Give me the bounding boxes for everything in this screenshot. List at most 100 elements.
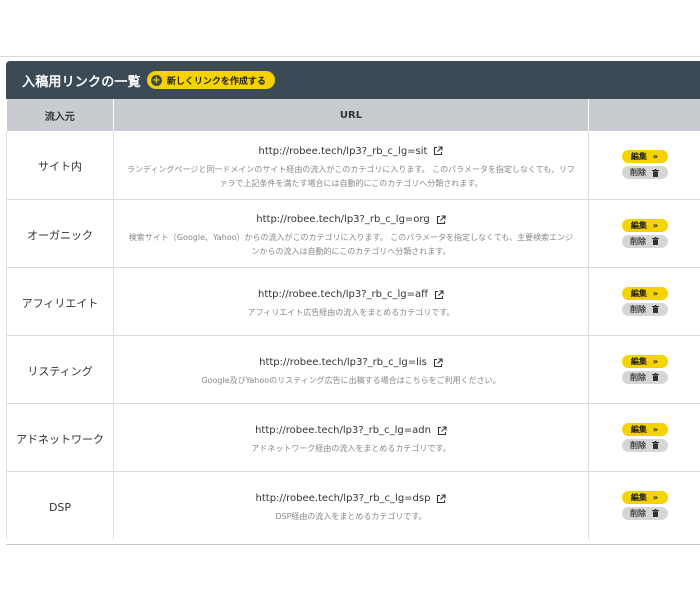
- edit-button[interactable]: 編集 »: [621, 286, 668, 300]
- delete-button-label: 削除: [630, 168, 646, 178]
- edit-button-label: 編集: [630, 220, 647, 230]
- panel-title: 入稿用リンクの一覧: [22, 74, 141, 90]
- url-cell: http://robee.tech/lp3?_rb_c_lg=aff アフィリエ…: [113, 267, 589, 335]
- delete-button[interactable]: 削除: [621, 302, 668, 316]
- actions-cell: 編集 » 削除: [588, 335, 700, 403]
- actions-cell: 編集 » 削除: [588, 471, 700, 539]
- double-chevron-right-icon: »: [652, 288, 659, 298]
- delete-button[interactable]: 削除: [621, 234, 668, 248]
- edit-button-label: 編集: [630, 288, 647, 298]
- url-link[interactable]: http://robee.tech/lp3?_rb_c_lg=lis: [259, 357, 443, 368]
- external-link-icon[interactable]: [433, 357, 443, 368]
- trash-icon: [652, 441, 659, 449]
- source-name: オーガニック: [27, 228, 93, 242]
- url-description: Google及びYahooのリスティング広告に出稿する場合はこちらをご利用くださ…: [201, 376, 501, 385]
- edit-button[interactable]: 編集 »: [621, 218, 668, 232]
- url-text[interactable]: http://robee.tech/lp3?_rb_c_lg=sit: [259, 146, 428, 157]
- actions-cell: 編集 » 削除: [588, 267, 700, 335]
- column-header-actions: [589, 99, 700, 131]
- trash-icon: [652, 237, 659, 245]
- source-cell: リスティング: [6, 335, 114, 403]
- table-row: DSP http://robee.tech/lp3?_rb_c_lg=dsp D…: [6, 471, 700, 539]
- trash-icon: [652, 305, 659, 313]
- delete-button-label: 削除: [630, 304, 646, 314]
- url-description: ランディングページと同一ドメインのサイト経由の流入がこのカテゴリに入ります。 こ…: [127, 164, 575, 188]
- edit-button[interactable]: 編集 »: [621, 490, 668, 504]
- url-text[interactable]: http://robee.tech/lp3?_rb_c_lg=aff: [258, 289, 428, 300]
- source-cell: アドネットワーク: [6, 403, 114, 471]
- url-description: DSP経由の流入をまとめるカテゴリです。: [275, 512, 427, 522]
- edit-button-label: 編集: [630, 492, 647, 502]
- external-link-icon[interactable]: [433, 146, 444, 156]
- source-name: アドネットワーク: [16, 432, 104, 446]
- source-cell: DSP: [6, 471, 114, 539]
- delete-button-label: 削除: [630, 508, 646, 518]
- plus-circle-icon: +: [150, 74, 162, 86]
- table-header-row: 流入元 URL: [6, 99, 700, 131]
- url-text[interactable]: http://robee.tech/lp3?_rb_c_lg=dsp: [256, 493, 431, 504]
- trash-icon: [652, 509, 659, 518]
- double-chevron-right-icon: »: [652, 492, 659, 502]
- url-link[interactable]: http://robee.tech/lp3?_rb_c_lg=aff: [258, 289, 444, 300]
- link-list-panel: 入稿用リンクの一覧 + 新しくリンクを作成する 流入元 URL サイト内 htt…: [6, 61, 700, 545]
- delete-button[interactable]: 削除: [621, 370, 668, 384]
- edit-button-label: 編集: [630, 152, 647, 162]
- panel-header: 入稿用リンクの一覧 + 新しくリンクを作成する: [6, 61, 700, 99]
- source-name: DSP: [48, 500, 72, 514]
- delete-button[interactable]: 削除: [621, 438, 668, 452]
- trash-icon: [652, 168, 659, 177]
- create-link-button-label: 新しくリンクを作成する: [166, 76, 266, 87]
- source-cell: オーガニック: [6, 199, 114, 267]
- source-cell: サイト内: [6, 131, 114, 199]
- create-link-button[interactable]: + 新しくリンクを作成する: [146, 71, 275, 89]
- top-divider: [0, 56, 700, 57]
- source-cell: アフィリエイト: [6, 267, 114, 335]
- double-chevron-right-icon: »: [652, 424, 659, 434]
- source-name: アフィリエイト: [21, 296, 99, 310]
- url-description: アフィリエイト広告経由の流入をまとめるカテゴリです。: [247, 308, 455, 317]
- external-link-icon[interactable]: [434, 289, 444, 300]
- source-name: サイト内: [38, 160, 82, 174]
- delete-button[interactable]: 削除: [621, 506, 668, 520]
- url-link[interactable]: http://robee.tech/lp3?_rb_c_lg=sit: [259, 146, 444, 157]
- edit-button[interactable]: 編集 »: [621, 354, 668, 368]
- url-link[interactable]: http://robee.tech/lp3?_rb_c_lg=dsp: [256, 493, 447, 504]
- delete-button[interactable]: 削除: [621, 166, 668, 180]
- double-chevron-right-icon: »: [652, 356, 659, 366]
- column-header-source: 流入元: [6, 99, 114, 131]
- url-text[interactable]: http://robee.tech/lp3?_rb_c_lg=org: [256, 214, 429, 225]
- edit-button-label: 編集: [630, 356, 647, 366]
- url-text[interactable]: http://robee.tech/lp3?_rb_c_lg=lis: [259, 357, 427, 368]
- external-link-icon[interactable]: [436, 214, 446, 225]
- double-chevron-right-icon: »: [652, 220, 659, 230]
- edit-button[interactable]: 編集 »: [621, 422, 668, 436]
- url-text[interactable]: http://robee.tech/lp3?_rb_c_lg=adn: [255, 425, 431, 436]
- url-cell: http://robee.tech/lp3?_rb_c_lg=sit ランディン…: [113, 131, 589, 199]
- actions-cell: 編集 » 削除: [588, 131, 700, 199]
- url-link[interactable]: http://robee.tech/lp3?_rb_c_lg=adn: [255, 425, 447, 436]
- url-description: 検索サイト（Google、Yahoo）からの流入がこのカテゴリに入ります。 この…: [128, 233, 574, 256]
- url-link[interactable]: http://robee.tech/lp3?_rb_c_lg=org: [256, 214, 446, 225]
- table-row: アフィリエイト http://robee.tech/lp3?_rb_c_lg=a…: [6, 267, 700, 335]
- double-chevron-right-icon: »: [652, 152, 659, 162]
- url-cell: http://robee.tech/lp3?_rb_c_lg=adn アドネット…: [113, 403, 589, 471]
- delete-button-label: 削除: [630, 440, 646, 450]
- url-cell: http://robee.tech/lp3?_rb_c_lg=lis Googl…: [113, 335, 589, 403]
- link-table: 流入元 URL サイト内 http://robee.tech/lp3?_rb_c…: [6, 99, 700, 539]
- source-name: リスティング: [27, 364, 93, 378]
- edit-button-label: 編集: [630, 424, 647, 434]
- trash-icon: [652, 373, 659, 381]
- table-row: リスティング http://robee.tech/lp3?_rb_c_lg=li…: [6, 335, 700, 403]
- external-link-icon[interactable]: [436, 494, 447, 504]
- edit-button[interactable]: 編集 »: [621, 150, 668, 164]
- actions-cell: 編集 » 削除: [588, 199, 700, 267]
- column-header-url: URL: [113, 99, 589, 131]
- delete-button-label: 削除: [630, 236, 646, 246]
- url-cell: http://robee.tech/lp3?_rb_c_lg=org 検索サイト…: [113, 199, 589, 267]
- url-cell: http://robee.tech/lp3?_rb_c_lg=dsp DSP経由…: [113, 471, 589, 539]
- table-row: サイト内 http://robee.tech/lp3?_rb_c_lg=sit …: [6, 131, 700, 199]
- external-link-icon[interactable]: [437, 425, 447, 436]
- url-description: アドネットワーク経由の流入をまとめるカテゴリです。: [251, 444, 451, 453]
- table-row: アドネットワーク http://robee.tech/lp3?_rb_c_lg=…: [6, 403, 700, 471]
- actions-cell: 編集 » 削除: [588, 403, 700, 471]
